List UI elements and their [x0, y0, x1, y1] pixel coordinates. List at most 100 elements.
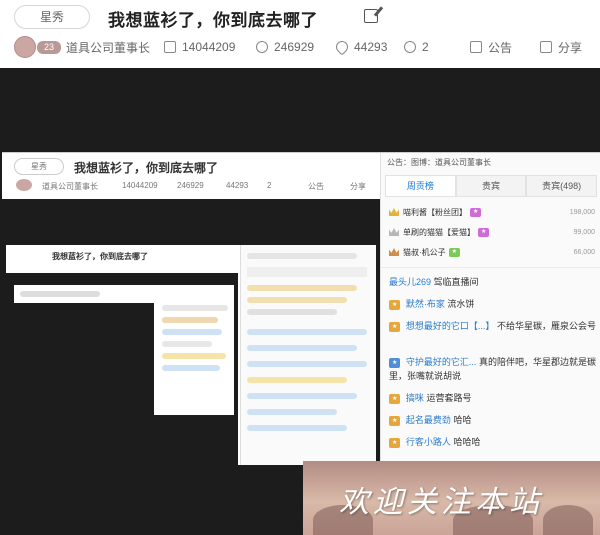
share-label: 分享 — [558, 40, 583, 55]
chat-message: ★ 默然·布家 流水饼 — [389, 297, 597, 311]
chat-user[interactable]: 守护最好的它汇... — [406, 357, 477, 367]
mini-row — [247, 425, 347, 431]
rank-score: 99,000 — [573, 228, 595, 236]
mini-row — [247, 309, 337, 315]
likes-value: 44293 — [354, 40, 388, 54]
notice-button[interactable]: 公告 — [470, 38, 512, 56]
nested-notice: 公告 — [308, 182, 324, 191]
mini-row — [247, 361, 367, 367]
nested-screen-2: 我想蓝衫了，你到底去哪了 — [6, 245, 376, 465]
level-badge: ★ — [389, 437, 401, 448]
nested-header: 星秀 我想蓝衫了，你到底去哪了 道具公司董事长 14044209 246929 … — [2, 153, 380, 199]
nested-author: 道具公司董事长 — [42, 182, 98, 191]
badge: ★ — [478, 227, 490, 237]
mini-row — [162, 329, 222, 335]
heart-icon — [333, 38, 351, 56]
avatar[interactable] — [14, 36, 36, 58]
nested-title: 我想蓝衫了，你到底去哪了 — [74, 161, 219, 175]
nested-shares: 2 — [267, 181, 272, 190]
rank-row[interactable]: 喵利酱【粉丝团】 ★ 198,000 — [389, 203, 595, 221]
rank-name: 单刷的猫猫【爱猫】 — [403, 227, 475, 237]
shares: 2 — [404, 38, 429, 56]
rank-name: 猫叔·机公子 — [403, 247, 446, 257]
chat-message: ★ 守护最好的它汇... 真的陪伴吧，华星郡边就是碳里，张嘴就说胡说 — [389, 355, 597, 383]
tab-guests[interactable]: 贵宾(498) — [526, 175, 598, 197]
room-id-value: 14044209 — [182, 40, 236, 54]
chat-text: 驾临直播间 — [433, 277, 479, 287]
mini-row — [247, 409, 337, 415]
level-badge: ★ — [389, 393, 401, 404]
level-badge: ★ — [389, 321, 401, 332]
nested-screen-3 — [14, 285, 234, 415]
nested-room-id: 14044209 — [122, 181, 158, 190]
chat-message: ★ 行客小路人 哈哈哈 — [389, 435, 597, 449]
chat-text: 流水饼 — [447, 299, 475, 309]
level-badge: ★ — [389, 299, 401, 310]
rank-name: 喵利酱【粉丝团】 — [403, 207, 467, 217]
level-badge: ★ — [389, 415, 401, 426]
level-badge: ★ — [389, 357, 401, 368]
mini-row — [247, 345, 357, 351]
nested-screen: 星秀 我想蓝衫了，你到底去哪了 道具公司董事长 14044209 246929 … — [2, 152, 600, 493]
share-count-icon — [404, 41, 416, 53]
share-icon — [540, 41, 552, 53]
edit-icon[interactable] — [364, 9, 378, 23]
panel-notice: 公告：图博：道具公司董事长 — [387, 158, 491, 167]
mini-row — [162, 317, 218, 323]
tab-weekly[interactable]: 周贡榜 — [385, 175, 456, 197]
mini-row — [247, 297, 347, 303]
badge: ★ — [470, 207, 482, 217]
chat-user[interactable]: 想想最好的它口【...】 — [406, 321, 495, 331]
nested-left: 星秀 我想蓝衫了，你到底去哪了 道具公司董事长 14044209 246929 … — [2, 153, 380, 493]
chat-text: 运营套路号 — [426, 393, 472, 403]
nested-avatar — [16, 179, 32, 191]
chat-user[interactable]: 行客小路人 — [406, 437, 451, 447]
room-title: 我想蓝衫了，你到底去哪了 — [108, 11, 318, 30]
mini-row — [162, 341, 212, 347]
mini-row — [247, 267, 367, 277]
mini-row — [247, 377, 347, 383]
megaphone-icon — [470, 41, 482, 53]
mini-row — [247, 393, 357, 399]
mini-row — [162, 305, 228, 311]
divider — [381, 267, 600, 268]
home-icon — [164, 41, 176, 53]
author-name[interactable]: 道具公司董事长 — [66, 38, 150, 56]
category-tag[interactable]: 星秀 — [14, 5, 90, 29]
user-icon — [256, 41, 268, 53]
nested-likes: 44293 — [226, 181, 249, 190]
watermark-text: 欢迎关注本站 — [339, 485, 543, 520]
followers-value: 246929 — [274, 40, 315, 54]
nested-2-panel — [240, 245, 376, 465]
nested-side-panel: 公告：图博：道具公司董事长 周贡榜 贵宾 贵宾(498) 喵利酱【粉丝团】 ★ … — [380, 153, 600, 493]
rank-row[interactable]: 猫叔·机公子 ★ 66,000 — [389, 243, 595, 261]
nested-2-title: 我想蓝衫了，你到底去哪了 — [52, 252, 148, 261]
mini-video — [14, 303, 154, 415]
panel-tabs: 周贡榜 贵宾 贵宾(498) — [385, 175, 598, 197]
room-header: 星秀 我想蓝衫了，你到底去哪了 23 道具公司董事长 14044209 2469… — [0, 0, 600, 68]
notice-label: 公告 — [488, 40, 513, 55]
tree-silhouette — [543, 505, 593, 535]
crown-gold-icon — [389, 208, 399, 216]
chat-user[interactable]: 最头儿269 — [389, 277, 431, 287]
share-button[interactable]: 分享 — [540, 38, 582, 56]
rank-score: 66,000 — [573, 248, 595, 256]
tab-vip[interactable]: 贵宾 — [455, 175, 527, 197]
chat-message: ★ 想想最好的它口【...】 不给华星碳，雁泉公会号 — [389, 319, 597, 333]
mini-row — [247, 253, 357, 259]
mini-row — [162, 365, 220, 371]
mini-row — [162, 353, 226, 359]
mini-row — [247, 285, 357, 291]
rank-row[interactable]: 单刷的猫猫【爱猫】 ★ 99,000 — [389, 223, 595, 241]
chat-text: 哈哈 — [453, 415, 472, 425]
crown-bronze-icon — [389, 248, 399, 256]
chat-message: ★ 搞咪 运营套路号 — [389, 391, 597, 405]
chat-text: 不给华星碳，雁泉公会号 — [496, 321, 596, 331]
room-id: 14044209 — [164, 38, 235, 56]
crown-silver-icon — [389, 228, 399, 236]
chat-user[interactable]: 搞咪 — [406, 393, 424, 403]
likes: 44293 — [333, 38, 388, 56]
chat-message: ★ 起名最费劲 哈哈 — [389, 413, 597, 427]
chat-user[interactable]: 默然·布家 — [406, 299, 445, 309]
chat-user[interactable]: 起名最费劲 — [406, 415, 451, 425]
